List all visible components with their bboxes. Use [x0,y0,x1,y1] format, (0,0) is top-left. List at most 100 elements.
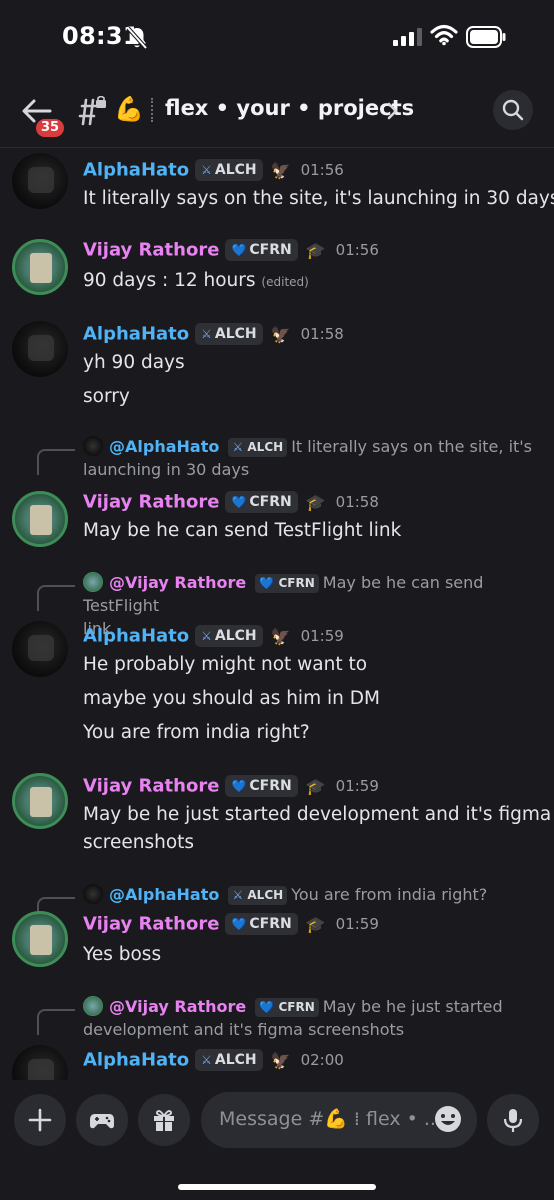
composer-bar: Message #💪 ⁞ flex • ... [0,1080,554,1200]
cellular-signal-icon [393,28,422,46]
message-input-placeholder: Message #💪 ⁞ flex • ... [219,1108,442,1130]
search-button[interactable] [493,90,533,130]
gamepad-icon [90,1114,114,1129]
heart-icon: 💙 [231,779,247,793]
role-icon: 🦅 [270,626,291,646]
message-text: screenshots [83,832,195,853]
username[interactable]: Vijay Rathore [83,240,219,261]
channel-emoji: 💪 [114,95,144,123]
heart-icon: 💙 [231,917,247,931]
role-icon: 🦅 [270,324,291,344]
message-text: yh 90 days [83,352,185,373]
timestamp: 01:56 [300,161,344,179]
avatar[interactable] [12,911,68,967]
timestamp: 01:58 [335,493,379,511]
role-icon: 🎓 [305,492,326,512]
timestamp: 02:00 [300,1051,344,1069]
username[interactable]: AlphaHato [83,626,189,647]
search-icon [502,99,524,121]
role-icon: 🎓 [305,776,326,796]
reply-preview[interactable]: @AlphaHato ⚔ ALCH It literally says on th… [83,435,543,481]
battery-icon [466,26,506,48]
avatar[interactable] [12,621,68,677]
reply-preview[interactable]: @AlphaHato ⚔ ALCH You are from india righ… [83,883,543,906]
reply-preview[interactable]: @Vijay Rathore 💙 CFRN May be he just star… [83,995,543,1041]
message-header: AlphaHato ⚔ ALCH 🦅 01:56 [83,159,344,185]
avatar[interactable] [12,321,68,377]
status-bar: 08:31 [0,0,554,76]
reply-avatar [83,996,103,1016]
role-icon: 🦅 [270,160,291,180]
message-text: He probably might not want to [83,654,368,675]
role-tag[interactable]: 💙 CFRN [225,913,298,935]
avatar[interactable] [12,491,68,547]
username[interactable]: Vijay Rathore [83,776,219,797]
activities-button[interactable] [76,1094,128,1146]
username[interactable]: Vijay Rathore [83,914,219,935]
role-tag[interactable]: 💙 CFRN [225,239,298,261]
reply-avatar [83,572,103,592]
message-text: Yes boss [83,944,162,965]
reply-connector [37,1009,75,1035]
avatar[interactable] [12,1045,68,1080]
role-tag[interactable]: 💙 CFRN [225,491,298,513]
wifi-icon [430,24,458,46]
avatar[interactable] [12,773,68,829]
sword-icon: ⚔ [201,163,212,177]
avatar[interactable] [12,153,68,209]
role-icon: 🎓 [305,914,326,934]
plus-icon [28,1108,52,1132]
gift-button[interactable] [138,1094,190,1146]
sword-icon: ⚔ [201,1053,212,1067]
home-indicator [178,1184,376,1190]
avatar[interactable] [12,239,68,295]
role-tag[interactable]: 💙 CFRN [225,775,298,797]
emoji-icon[interactable] [433,1104,463,1134]
bell-off-icon [126,26,148,50]
username[interactable]: AlphaHato [83,1050,189,1071]
heart-icon: 💙 [231,243,247,257]
role-tag[interactable]: ⚔ ALCH [195,159,263,181]
username[interactable]: AlphaHato [83,160,189,181]
add-attachment-button[interactable] [14,1094,66,1146]
message-header: Vijay Rathore 💙 CFRN 🎓 01:56 [83,239,379,265]
sword-icon: ⚔ [201,629,212,643]
heart-icon: 💙 [231,495,247,509]
username[interactable]: AlphaHato [83,324,189,345]
message-text: sorry [83,386,130,407]
channel-header: 35 💪 flex • your • projects [0,76,554,148]
timestamp: 01:59 [300,627,344,645]
header-divider [151,98,153,122]
microphone-icon [503,1109,523,1132]
message-text: You are from india right? [83,722,310,743]
message-list[interactable]: AlphaHato ⚔ ALCH 🦅 01:56 It literally says o… [0,149,554,1080]
message-header: Vijay Rathore 💙 CFRN 🎓 01:58 [83,491,379,517]
message-header: Vijay Rathore 💙 CFRN 🎓 01:59 [83,775,379,801]
message-header: AlphaHato ⚔ ALCH 🦅 02:00 [83,1049,344,1075]
reply-avatar [83,436,103,456]
chevron-right-icon[interactable] [386,100,400,122]
timestamp: 01:59 [335,915,379,933]
message-input[interactable]: Message #💪 ⁞ flex • ... [201,1092,477,1148]
role-icon: 🎓 [305,240,326,260]
role-tag[interactable]: ⚔ ALCH [195,1049,263,1071]
sword-icon: ⚔ [201,327,212,341]
timestamp: 01:56 [335,241,379,259]
reply-connector [37,585,75,611]
gift-icon [154,1110,174,1131]
message-text: maybe you should as him in DM [83,688,380,709]
message-text: May be he just started development and i… [83,804,552,825]
locked-channel-icon [78,96,106,126]
reply-connector [37,449,75,475]
role-icon: 🦅 [270,1050,291,1070]
role-tag[interactable]: ⚔ ALCH [195,625,263,647]
timestamp: 01:58 [300,325,344,343]
channel-name[interactable]: flex • your • projects [165,96,414,120]
message-header: Vijay Rathore 💙 CFRN 🎓 01:59 [83,913,379,939]
role-tag[interactable]: ⚔ ALCH [195,323,263,345]
unread-badge: 35 [34,117,67,139]
username[interactable]: Vijay Rathore [83,492,219,513]
message-text: May be he can send TestFlight link [83,520,402,541]
message-text: 90 days : 12 hours (edited) [83,270,309,291]
voice-message-button[interactable] [487,1094,539,1146]
